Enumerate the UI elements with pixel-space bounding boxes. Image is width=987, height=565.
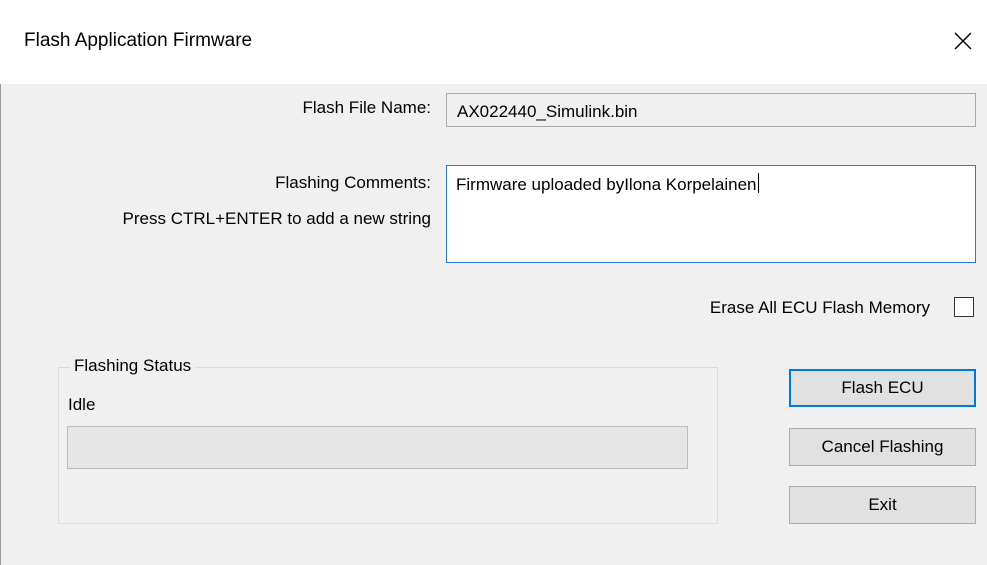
- cancel-flashing-button[interactable]: Cancel Flashing: [789, 428, 976, 466]
- flashing-comments-label: Flashing Comments:: [275, 173, 431, 192]
- erase-flash-memory-checkbox[interactable]: [954, 297, 974, 317]
- flash-file-name-value: AX022440_Simulink.bin: [457, 102, 638, 121]
- close-button[interactable]: [946, 24, 980, 58]
- close-icon: [954, 32, 972, 50]
- flashing-status-text: Idle: [68, 395, 96, 414]
- title-bar: Flash Application Firmware: [0, 0, 987, 84]
- comments-hint-label: Press CTRL+ENTER to add a new string: [122, 209, 431, 228]
- flash-file-name-label: Flash File Name:: [302, 98, 431, 117]
- flashing-comments-input[interactable]: Firmware uploaded byIlona Korpelainen: [446, 165, 976, 263]
- flashing-status-title: Flashing Status: [70, 356, 196, 376]
- flash-ecu-button[interactable]: Flash ECU: [789, 369, 976, 407]
- window-border: [0, 0, 1, 565]
- erase-flash-memory-label: Erase All ECU Flash Memory: [709, 298, 930, 317]
- window-title: Flash Application Firmware: [24, 30, 253, 51]
- flash-file-name-field[interactable]: AX022440_Simulink.bin: [446, 93, 976, 127]
- flashing-progress-bar: [67, 426, 688, 469]
- text-caret: [757, 173, 759, 193]
- flashing-comments-value: Firmware uploaded byIlona Korpelainen: [456, 175, 757, 194]
- exit-button[interactable]: Exit: [789, 486, 976, 524]
